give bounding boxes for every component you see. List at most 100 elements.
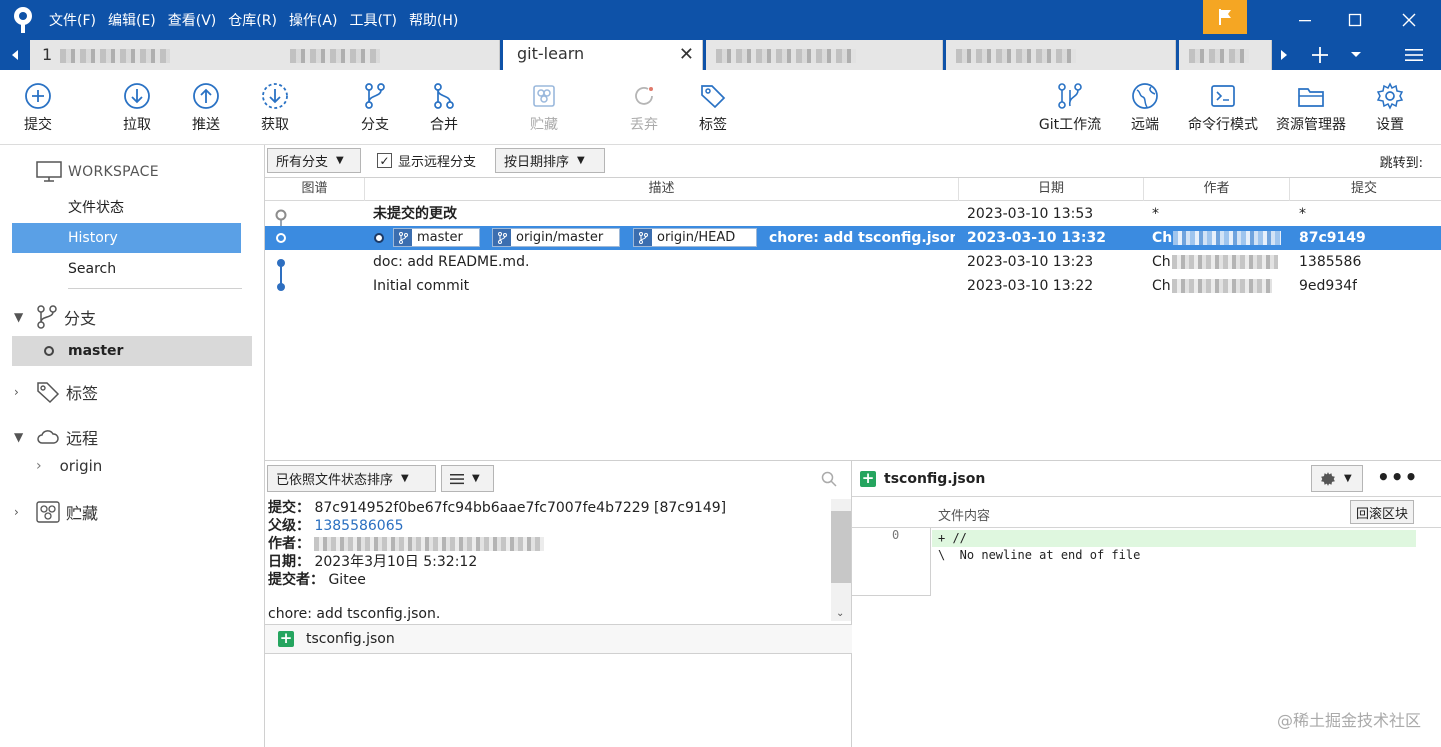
sidebar-item-file-status[interactable]: 文件状态 (12, 192, 241, 222)
changed-file-row[interactable]: + tsconfig.json (265, 624, 852, 654)
sidebar-item-history[interactable]: History (12, 223, 241, 253)
rollback-hunk-button[interactable]: 回滚区块 (1350, 500, 1414, 524)
repo-tab[interactable] (706, 40, 943, 70)
maximize-button[interactable] (1330, 0, 1380, 40)
diff-line-added: + // (932, 530, 1416, 547)
sort-order-dropdown[interactable]: 按日期排序 ▼ (495, 148, 605, 173)
menu-view[interactable]: 查看(V) (163, 10, 222, 30)
sidebar-section-remotes[interactable]: ▼ 远程 (14, 425, 98, 449)
details-toolbar: 已依照文件状态排序 ▼ ▼ (265, 461, 852, 496)
tab-list-dropdown[interactable] (1344, 40, 1368, 70)
column-header-graph[interactable]: 图谱 (265, 178, 365, 201)
merge-button[interactable]: 合并 (421, 70, 467, 145)
tag-button[interactable]: 标签 (690, 70, 736, 145)
diff-line-note: \ No newline at end of file (938, 548, 1141, 562)
chevron-down-icon: ▼ (1344, 473, 1352, 484)
branch-button[interactable]: 分支 (352, 70, 398, 145)
pull-button[interactable]: 拉取 (114, 70, 160, 145)
sidebar-section-stashes[interactable]: › 贮藏 (14, 500, 98, 524)
commit-button[interactable]: 提交 (15, 70, 61, 145)
tab-scroll-right-button[interactable] (1276, 40, 1292, 70)
column-header-author[interactable]: 作者 (1144, 178, 1290, 201)
remotes-label: 远程 (66, 429, 99, 448)
ref-tag-origin-head[interactable]: origin/HEAD (633, 228, 757, 247)
sidebar-section-tags[interactable]: › 标签 (14, 380, 98, 404)
row-commit: 1385586 (1299, 254, 1362, 270)
sidebar-item-branch-master[interactable]: master (12, 336, 252, 366)
more-options-icon[interactable]: ••• (1377, 465, 1418, 489)
tab-scroll-left-button[interactable] (6, 40, 24, 70)
repo-tab[interactable] (1179, 40, 1272, 70)
explorer-button[interactable]: 资源管理器 (1271, 70, 1351, 145)
close-window-button[interactable] (1384, 0, 1434, 40)
stash-button[interactable]: 贮藏 (521, 70, 567, 145)
push-button[interactable]: 推送 (183, 70, 229, 145)
history-row[interactable]: Initial commit 2023-03-10 13:22 Ch 9ed93… (265, 274, 1441, 298)
file-sort-label: 已依照文件状态排序 (276, 473, 394, 488)
settings-button[interactable]: 设置 (1367, 70, 1413, 145)
repo-tab[interactable] (946, 40, 1176, 70)
menu-tools[interactable]: 工具(T) (344, 10, 401, 30)
file-sort-dropdown[interactable]: 已依照文件状态排序 ▼ (267, 465, 436, 492)
triangle-right-icon (1281, 50, 1287, 60)
cloud-icon (37, 430, 59, 444)
tab-git-learn[interactable]: git-learn ✕ (503, 40, 703, 70)
rollback-label: 回滚区块 (1356, 506, 1409, 522)
ref-tag-master[interactable]: master (393, 228, 480, 247)
ref-tag-origin-master[interactable]: origin/master (492, 228, 620, 247)
sidebar-item-remote-origin[interactable]: › origin (36, 457, 102, 475)
column-header-commit[interactable]: 提交 (1290, 178, 1438, 201)
menu-help[interactable]: 帮助(H) (404, 10, 463, 30)
view-mode-dropdown[interactable]: ▼ (441, 465, 494, 492)
menu-file[interactable]: 文件(F) (44, 10, 101, 30)
row-author: Ch (1152, 226, 1287, 250)
author-prefix: Ch (1152, 254, 1171, 270)
blurred-tab-label (716, 49, 856, 63)
history-row-selected[interactable]: master origin/master origin/HEAD chore: … (265, 226, 1441, 250)
repo-tab[interactable]: 1 (30, 40, 500, 70)
repo-tab-bar: 1 git-learn ✕ (0, 40, 1441, 70)
row-date: 2023-03-10 13:32 (967, 230, 1106, 246)
discard-button[interactable]: 丢弃 (621, 70, 667, 145)
sidebar-section-branches[interactable]: ▼ 分支 (14, 305, 96, 329)
menu-repository[interactable]: 仓库(R) (223, 10, 282, 30)
menu-edit[interactable]: 编辑(E) (103, 10, 161, 30)
details-scroll-thumb[interactable] (831, 511, 851, 583)
blurred-tab-label (60, 49, 170, 63)
sidebar-item-search[interactable]: Search (12, 254, 241, 284)
hamburger-menu-button[interactable] (1398, 40, 1430, 70)
changed-file-name: tsconfig.json (306, 631, 395, 647)
new-tab-button[interactable] (1305, 40, 1335, 70)
stashes-label: 贮藏 (66, 504, 99, 523)
flag-icon (1219, 9, 1231, 25)
fetch-button[interactable]: 获取 (252, 70, 298, 145)
head-marker-icon (374, 233, 384, 243)
scroll-down-icon[interactable]: ⌄ (836, 608, 844, 619)
branch-icon (37, 305, 57, 329)
blurred-author (1171, 255, 1278, 269)
diff-file-name: tsconfig.json (884, 470, 986, 487)
column-header-date[interactable]: 日期 (959, 178, 1144, 201)
diff-options-dropdown[interactable]: ▼ (1311, 465, 1363, 492)
git-flow-button[interactable]: Git工作流 (1036, 70, 1104, 145)
show-remote-branches-checkbox[interactable]: ✓ 显示远程分支 (377, 151, 476, 170)
tab-label: git-learn (517, 44, 585, 63)
search-icon[interactable] (821, 471, 837, 487)
terminal-button[interactable]: 命令行模式 (1183, 70, 1263, 145)
parent-hash-link[interactable]: 1385586065 (314, 518, 403, 534)
plus-icon (1312, 47, 1328, 63)
minimize-button[interactable] (1280, 0, 1330, 40)
menu-actions[interactable]: 操作(A) (284, 10, 343, 30)
history-row[interactable]: doc: add README.md. 2023-03-10 13:23 Ch … (265, 250, 1441, 274)
column-header-description[interactable]: 描述 (365, 178, 959, 201)
commit-message: chore: add tsconfig.json. (268, 606, 441, 622)
git-flow-label: Git工作流 (1038, 117, 1102, 133)
branch-filter-dropdown[interactable]: 所有分支 ▼ (267, 148, 361, 173)
remote-button[interactable]: 远端 (1122, 70, 1168, 145)
notification-flag-button[interactable] (1203, 0, 1247, 34)
discard-label: 丢弃 (630, 117, 658, 133)
branch-icon (394, 229, 412, 246)
row-commit: 87c9149 (1299, 230, 1366, 246)
tab-close-icon[interactable]: ✕ (679, 44, 694, 65)
history-row-uncommitted[interactable]: 未提交的更改 2023-03-10 13:53 * * (265, 202, 1441, 226)
